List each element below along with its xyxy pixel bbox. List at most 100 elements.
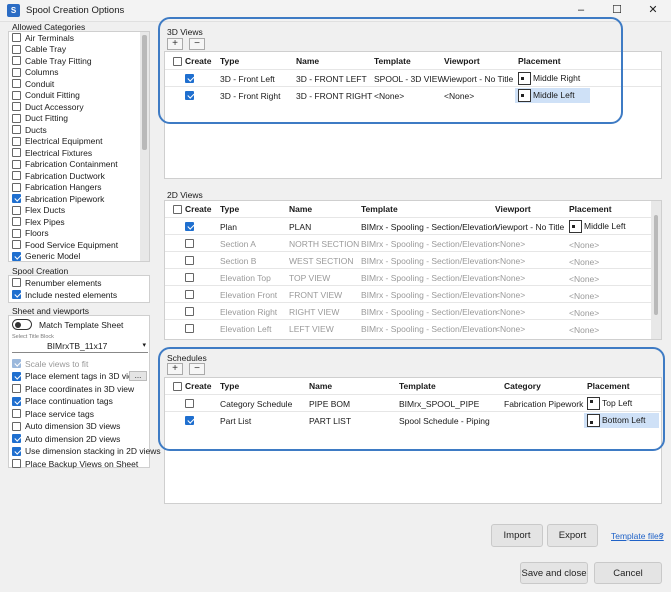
sheet-option-item[interactable]: Use dimension stacking in 2D views [12,446,161,458]
column-header-template[interactable]: Template [399,381,436,391]
categories-scrollbar[interactable] [140,32,149,261]
category-item[interactable]: Flex Ducts [12,205,65,217]
checkbox[interactable] [12,44,21,54]
add-schedule-button[interactable]: + [167,363,183,375]
column-header-viewport[interactable]: Viewport [495,204,531,214]
table-row[interactable]: 3D - Front Left 3D - FRONT LEFT SPOOL - 3D… [165,69,661,86]
checkbox[interactable] [12,421,21,431]
create-checkbox[interactable] [185,256,194,265]
category-item[interactable]: Fabrication Containment [12,159,118,171]
name-cell[interactable]: PLAN [289,222,311,232]
checkbox[interactable] [12,446,21,456]
checkbox[interactable] [12,136,21,146]
name-cell[interactable]: RIGHT VIEW [289,307,339,317]
name-cell[interactable]: PART LIST [309,416,351,426]
table-row[interactable]: Part List PART LIST Spool Schedule - Pipin… [165,411,661,428]
column-header-placement[interactable]: Placement [518,56,561,66]
help-link[interactable]: ? [659,531,664,541]
checkbox[interactable] [12,102,21,112]
template-cell[interactable]: BIMrx - Spooling - Section/Elevation [361,273,497,283]
checkbox[interactable] [12,171,21,181]
sheet-option-item[interactable]: Place coordinates in 3D view [12,383,134,395]
column-header-category[interactable]: Category [504,381,541,391]
name-cell[interactable]: TOP VIEW [289,273,330,283]
checkbox[interactable] [12,205,21,215]
create-checkbox[interactable] [185,239,194,248]
checkbox[interactable] [12,396,21,406]
viewport-cell[interactable]: <None> [495,239,525,249]
name-cell[interactable]: 3D - FRONT LEFT [296,74,367,84]
category-cell[interactable]: Fabrication Pipework [504,399,583,409]
column-header-create[interactable]: Create [185,56,211,66]
column-header-template[interactable]: Template [361,204,398,214]
viewport-cell[interactable]: <None> [495,273,525,283]
category-item[interactable]: Air Terminals [12,32,74,44]
column-header-type[interactable]: Type [220,381,239,391]
create-checkbox[interactable] [185,416,194,425]
column-header-placement[interactable]: Placement [569,204,612,214]
viewport-cell[interactable]: <None> [495,256,525,266]
category-item[interactable]: Electrical Fixtures [12,147,92,159]
spool-option-item[interactable]: Renumber elements [12,277,102,289]
template-files-link[interactable]: Template files [611,531,663,541]
views2d-scroll-thumb[interactable] [654,215,658,315]
placement-cell[interactable]: Middle Right [515,71,583,86]
column-header-viewport[interactable]: Viewport [444,56,480,66]
checkbox[interactable] [12,125,21,135]
viewport-cell[interactable]: <None> [444,91,474,101]
export-button[interactable]: Export [547,524,598,547]
column-header-name[interactable]: Name [296,56,319,66]
category-item[interactable]: Fabrication Ductwork [12,170,105,182]
column-header-template[interactable]: Template [374,56,411,66]
viewport-cell[interactable]: Viewport - No Title [444,74,513,84]
checkbox[interactable] [12,384,21,394]
match-template-toggle[interactable] [12,319,32,330]
template-cell[interactable]: BIMrx - Spooling - Section/Elevation [361,324,497,334]
checkbox[interactable] [12,290,21,300]
create-checkbox[interactable] [185,91,194,100]
category-item[interactable]: Ducts [12,124,47,136]
remove-3d-view-button[interactable]: − [189,38,205,50]
category-item[interactable]: Columns [12,67,59,79]
create-checkbox[interactable] [185,324,194,333]
checkbox[interactable] [12,278,21,288]
create-checkbox[interactable] [185,399,194,408]
checkbox[interactable] [12,409,21,419]
category-item[interactable]: Duct Fitting [12,113,68,125]
placement-cell[interactable]: Top Left [584,396,635,411]
sheet-option-item[interactable]: Auto dimension 3D views [12,421,120,433]
close-button[interactable]: ✕ [635,0,671,22]
sheet-option-item[interactable]: Place service tags [12,408,94,420]
create-checkbox[interactable] [185,74,194,83]
table-row[interactable]: Plan PLAN BIMrx - Spooling - Section/Eleva… [165,217,651,234]
table-row[interactable]: Category Schedule PIPE BOM BIMrx_SPOOL_PIP… [165,394,661,411]
placement-cell[interactable]: Middle Left [566,219,629,234]
column-header-name[interactable]: Name [289,204,312,214]
template-cell[interactable]: Spool Schedule - Piping [399,416,490,426]
select-all-checkbox[interactable] [173,205,182,214]
table-row[interactable]: Elevation Top TOP VIEW BIMrx - Spooling - … [165,268,651,285]
checkbox[interactable] [12,434,21,444]
name-cell[interactable]: LEFT VIEW [289,324,334,334]
cancel-button[interactable]: Cancel [594,562,662,584]
category-item[interactable]: Electrical Equipment [12,136,102,148]
sheet-option-item[interactable]: Auto dimension 2D views [12,433,120,445]
column-header-name[interactable]: Name [309,381,332,391]
table-row[interactable]: 3D - Front Right 3D - FRONT RIGHT <None> <N… [165,86,661,103]
name-cell[interactable]: NORTH SECTION [289,239,359,249]
select-all-checkbox[interactable] [173,57,182,66]
table-row[interactable]: Elevation Right RIGHT VIEW BIMrx - Spoolin… [165,302,651,319]
category-item[interactable]: Fabrication Hangers [12,182,102,194]
name-cell[interactable]: 3D - FRONT RIGHT [296,91,372,101]
checkbox[interactable] [12,159,21,169]
placement-cell[interactable]: <None> [566,324,602,339]
template-cell[interactable]: BIMrx - Spooling - Section/Elevation [361,307,497,317]
views2d-scrollbar[interactable] [651,201,661,339]
category-item[interactable]: Duct Accessory [12,101,84,113]
name-cell[interactable]: FRONT VIEW [289,290,342,300]
maximize-button[interactable]: ☐ [599,0,635,22]
template-cell[interactable]: BIMrx - Spooling - Section/Elevation [361,222,497,232]
template-cell[interactable]: BIMrx - Spooling - Section/Elevation [361,256,497,266]
create-checkbox[interactable] [185,290,194,299]
minimize-button[interactable]: – [563,0,599,22]
